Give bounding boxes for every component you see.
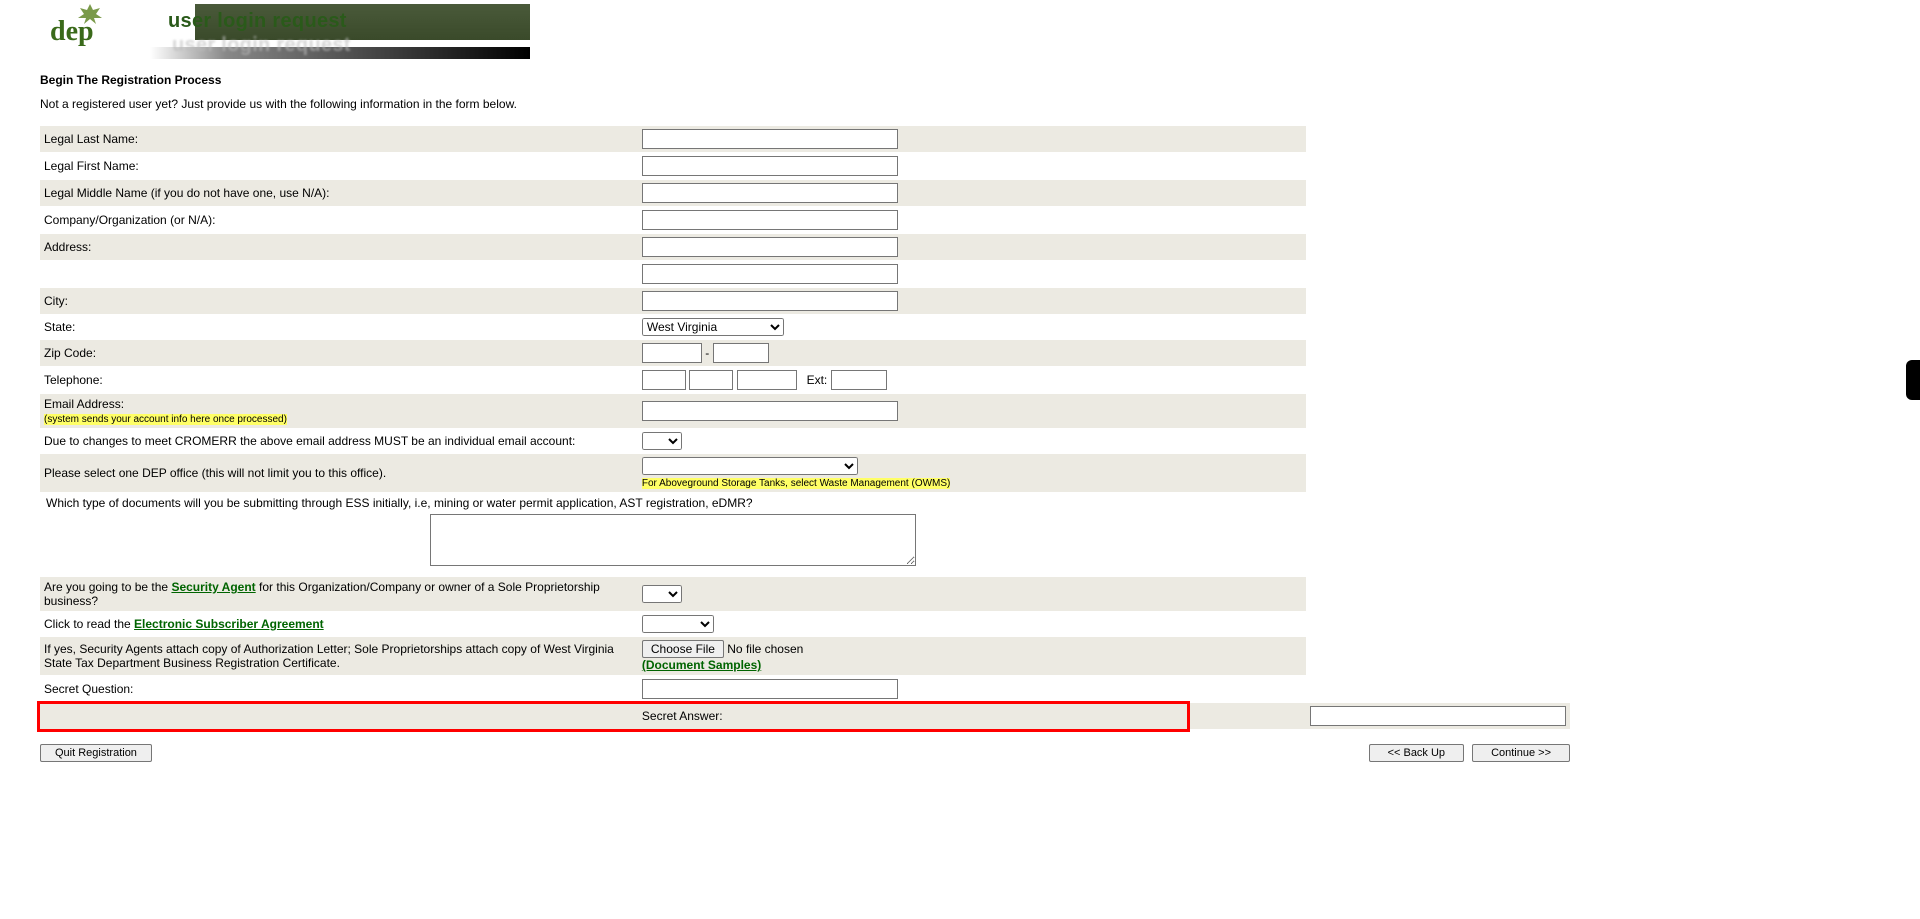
- label-email: Email Address:: [44, 397, 124, 411]
- address2-input[interactable]: [642, 264, 898, 284]
- section-heading: Begin The Registration Process: [40, 73, 1570, 87]
- dep-office-select[interactable]: [642, 457, 858, 475]
- tel-prefix-input[interactable]: [689, 370, 733, 390]
- security-agent-select[interactable]: [642, 585, 682, 603]
- label-middle-name: Legal Middle Name (if you do not have on…: [40, 180, 638, 207]
- label-docs-question: Which type of documents will you be subm…: [44, 496, 1302, 510]
- secret-question-input[interactable]: [642, 679, 898, 699]
- registration-form-table: Legal Last Name: Legal First Name: Legal…: [40, 125, 1570, 730]
- zip4-input[interactable]: [713, 343, 769, 363]
- tel-area-input[interactable]: [642, 370, 686, 390]
- banner-title-shadow: user login request: [172, 34, 351, 57]
- tel-suffix-input[interactable]: [737, 370, 797, 390]
- label-secret-question: Secret Question:: [40, 676, 638, 703]
- back-up-button[interactable]: << Back Up: [1369, 744, 1464, 762]
- sec-agent-prefix: Are you going to be the: [44, 580, 171, 594]
- cromerr-select[interactable]: [642, 432, 682, 450]
- button-row: Quit Registration << Back Up Continue >>: [40, 744, 1570, 762]
- intro-text: Not a registered user yet? Just provide …: [40, 97, 1570, 111]
- secret-answer-input[interactable]: [1310, 706, 1566, 726]
- city-input[interactable]: [642, 291, 898, 311]
- label-secret-answer: Secret Answer:: [638, 703, 1306, 730]
- label-state: State:: [40, 315, 638, 340]
- label-city: City:: [40, 288, 638, 315]
- document-samples-link[interactable]: (Document Samples): [642, 658, 761, 672]
- tel-ext-input[interactable]: [831, 370, 887, 390]
- quit-registration-button[interactable]: Quit Registration: [40, 744, 152, 762]
- label-first-name: Legal First Name:: [40, 153, 638, 180]
- email-input[interactable]: [642, 401, 898, 421]
- label-address2: [40, 261, 638, 288]
- state-select[interactable]: West Virginia: [642, 318, 784, 336]
- dep-office-note: For Aboveground Storage Tanks, select Wa…: [642, 478, 950, 489]
- label-telephone: Telephone:: [40, 367, 638, 394]
- esa-select[interactable]: [642, 615, 714, 633]
- continue-button[interactable]: Continue >>: [1472, 744, 1570, 762]
- banner-title: user login request: [168, 10, 347, 33]
- last-name-input[interactable]: [642, 129, 898, 149]
- side-feedback-tab[interactable]: [1906, 360, 1920, 400]
- label-last-name: Legal Last Name:: [40, 126, 638, 153]
- no-file-chosen: No file chosen: [727, 642, 803, 656]
- zip5-input[interactable]: [642, 343, 702, 363]
- header-banner: dep user login request user login reques…: [40, 4, 530, 59]
- label-company: Company/Organization (or N/A):: [40, 207, 638, 234]
- label-dep-office: Please select one DEP office (this will …: [40, 454, 638, 493]
- esa-prefix: Click to read the: [44, 617, 134, 631]
- company-input[interactable]: [642, 210, 898, 230]
- label-auth-letter: If yes, Security Agents attach copy of A…: [40, 637, 638, 676]
- choose-file-button[interactable]: Choose File: [642, 640, 724, 658]
- esa-link[interactable]: Electronic Subscriber Agreement: [134, 617, 324, 631]
- label-zip: Zip Code:: [40, 340, 638, 367]
- label-cromerr: Due to changes to meet CROMERR the above…: [40, 429, 638, 454]
- first-name-input[interactable]: [642, 156, 898, 176]
- dep-logo-text: dep: [50, 16, 94, 48]
- security-agent-link[interactable]: Security Agent: [171, 580, 255, 594]
- label-ext: Ext:: [807, 373, 828, 387]
- docs-textarea[interactable]: [430, 514, 916, 566]
- email-note: (system sends your account info here onc…: [44, 414, 287, 425]
- label-address: Address:: [40, 234, 638, 261]
- address1-input[interactable]: [642, 237, 898, 257]
- zip-dash: -: [702, 346, 713, 360]
- middle-name-input[interactable]: [642, 183, 898, 203]
